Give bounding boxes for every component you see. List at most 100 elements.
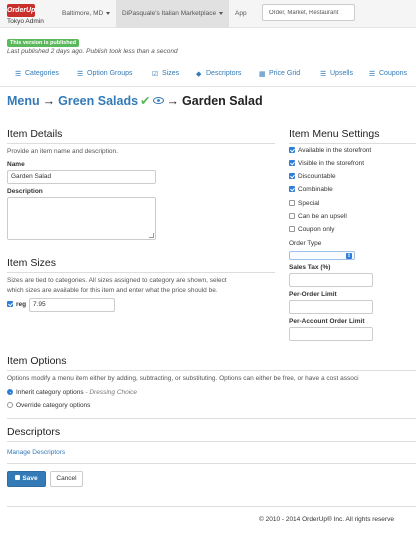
discountable-checkbox[interactable]: Discountable xyxy=(289,173,336,183)
resize-handle-icon[interactable] xyxy=(149,233,154,238)
order-type-label: Order Type xyxy=(289,240,322,247)
check-icon: ✔ xyxy=(140,94,151,108)
orderup-logo[interactable]: OrderUp xyxy=(7,4,35,17)
checkbox[interactable] xyxy=(289,200,295,206)
checkbox[interactable] xyxy=(289,160,295,166)
item-menu-settings-heading: Item Menu Settings xyxy=(289,128,380,140)
radio-label: Override category options xyxy=(16,402,91,409)
descriptors-heading: Descriptors xyxy=(7,426,61,438)
eye-icon[interactable] xyxy=(152,97,164,104)
item-details-heading: Item Details xyxy=(7,128,63,140)
chevron-down-icon xyxy=(106,11,111,15)
checkbox-label: Special xyxy=(298,200,320,207)
checkbox[interactable] xyxy=(7,301,13,307)
checkbox-label: Can be an upsell xyxy=(298,213,347,220)
available-storefront-checkbox[interactable]: Available in the storefront xyxy=(289,147,371,157)
manage-descriptors-link[interactable]: Manage Descriptors xyxy=(7,449,65,456)
per-order-limit-field[interactable] xyxy=(289,300,373,314)
per-account-limit-label: Per-Account Order Limit xyxy=(289,318,365,325)
checkbox[interactable] xyxy=(289,173,295,179)
tab-label: Descriptors xyxy=(206,70,242,77)
tab-option-groups[interactable]: ☰ Option Groups xyxy=(77,64,133,84)
breadcrumb-category-link[interactable]: Green Salads xyxy=(58,94,138,108)
tab-label: Coupons xyxy=(379,70,408,77)
checkbox[interactable] xyxy=(289,147,295,153)
checkbox[interactable] xyxy=(289,213,295,219)
list-icon: ☰ xyxy=(320,71,327,78)
divider xyxy=(7,506,416,507)
inherit-options-radio[interactable]: Inherit category options - Dressing Choi… xyxy=(7,389,137,399)
checkbox-label: Coupon only xyxy=(298,226,335,233)
footer-copyright: © 2010 - 2014 OrderUp® Inc. All rights r… xyxy=(259,516,394,523)
checkbox[interactable] xyxy=(289,226,295,232)
description-field[interactable] xyxy=(7,197,156,240)
combinable-checkbox[interactable]: Combinable xyxy=(289,186,333,196)
top-navbar: OrderUp Tokyo Admin Baltimore, MD DiPasq… xyxy=(0,0,416,28)
tab-upsells[interactable]: ☰ Upsells xyxy=(320,64,353,84)
tab-sizes[interactable]: ☑ Sizes xyxy=(152,64,179,84)
special-checkbox[interactable]: Special xyxy=(289,200,319,210)
save-icon xyxy=(15,475,21,480)
market-dropdown[interactable]: Baltimore, MD xyxy=(56,0,116,28)
divider xyxy=(7,272,275,273)
grid-icon: ▦ xyxy=(259,71,266,78)
item-sizes-help-2: which sizes are available for this item … xyxy=(7,287,218,294)
tab-label: Option Groups xyxy=(87,70,133,77)
checkbox[interactable] xyxy=(289,186,295,192)
sales-tax-label: Sales Tax (%) xyxy=(289,264,331,271)
breadcrumb-menu-link[interactable]: Menu xyxy=(7,94,40,108)
tab-categories[interactable]: ☰ Categories xyxy=(15,64,59,84)
divider xyxy=(7,418,416,419)
checkbox-label: Visible in the storefront xyxy=(298,160,364,167)
restaurant-dropdown[interactable]: DiPasquale's Italian Marketplace xyxy=(116,0,230,28)
admin-label: Tokyo Admin xyxy=(7,18,44,25)
override-options-radio[interactable]: Override category options xyxy=(7,402,90,412)
tab-label: Upsells xyxy=(330,70,353,77)
item-options-help: Options modify a menu item either by add… xyxy=(7,375,359,382)
size-reg-checkbox[interactable]: reg xyxy=(7,301,26,311)
save-button[interactable]: Save xyxy=(7,471,46,487)
tab-label: Sizes xyxy=(162,70,180,77)
tab-descriptors[interactable]: ◆ Descriptors xyxy=(196,64,241,84)
list-icon: ☰ xyxy=(15,71,22,78)
divider xyxy=(7,463,416,464)
app-link[interactable]: App xyxy=(229,0,253,28)
inherit-suffix: - Dressing Choice xyxy=(85,389,138,396)
tab-coupons[interactable]: ☰ Coupons xyxy=(369,64,407,84)
name-label: Name xyxy=(7,161,25,168)
size-label: reg xyxy=(16,301,27,308)
list-icon: ☰ xyxy=(369,71,376,78)
item-options-heading: Item Options xyxy=(7,355,67,367)
select-arrows-icon: ⇕ xyxy=(346,253,352,259)
page-title: Garden Salad xyxy=(182,94,263,108)
radio[interactable] xyxy=(7,402,13,408)
item-details-help: Provide an item name and description. xyxy=(7,148,118,155)
cancel-button[interactable]: Cancel xyxy=(50,471,83,487)
status-badge: This version is published xyxy=(7,39,80,47)
divider xyxy=(7,370,416,371)
tab-label: Price Grid xyxy=(269,70,301,77)
checkbox-label: Discountable xyxy=(298,173,336,180)
market-label: Baltimore, MD xyxy=(62,10,104,17)
search-input[interactable] xyxy=(262,4,355,21)
divider xyxy=(7,143,275,144)
size-price-field[interactable]: 7.95 xyxy=(29,298,115,312)
visible-storefront-checkbox[interactable]: Visible in the storefront xyxy=(289,160,364,170)
tab-price-grid[interactable]: ▦ Price Grid xyxy=(259,64,300,84)
order-type-select[interactable]: ⇕ xyxy=(289,251,355,260)
list-icon: ☰ xyxy=(77,71,84,78)
per-order-limit-label: Per-Order Limit xyxy=(289,291,337,298)
arrow-right-icon: → xyxy=(166,94,180,108)
sales-tax-field[interactable] xyxy=(289,273,373,287)
save-label: Save xyxy=(22,475,38,482)
breadcrumb: Menu → Green Salads ✔ → Garden Salad xyxy=(7,93,263,111)
name-field[interactable]: Garden Salad xyxy=(7,170,156,184)
per-account-limit-field[interactable] xyxy=(289,327,373,341)
restaurant-label: DiPasquale's Italian Marketplace xyxy=(122,10,217,17)
radio-label: Inherit category options xyxy=(16,389,84,396)
publish-note: Last published 2 days ago. Publish took … xyxy=(7,48,178,55)
radio[interactable] xyxy=(7,389,13,395)
coupon-only-checkbox[interactable]: Coupon only xyxy=(289,226,335,236)
upsell-checkbox[interactable]: Can be an upsell xyxy=(289,213,347,223)
checkbox-label: Combinable xyxy=(298,186,333,193)
